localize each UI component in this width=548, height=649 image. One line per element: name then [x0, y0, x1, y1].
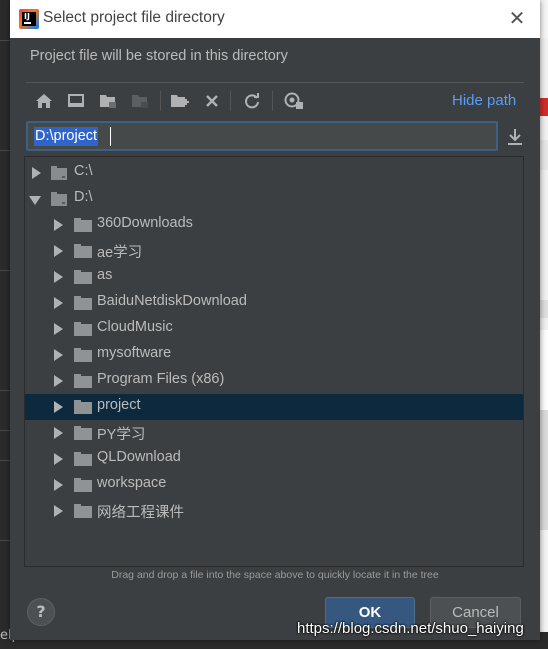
expand-arrow-icon[interactable]	[54, 453, 63, 465]
hide-path-link[interactable]: Hide path	[452, 92, 516, 109]
refresh-icon[interactable]	[240, 88, 264, 114]
directory-tree[interactable]: C:\ D:\ 360Downloads ae学习 as BaiduNetdis…	[24, 156, 524, 567]
tree-row-folder[interactable]: mysoftware	[25, 342, 523, 368]
expand-arrow-icon[interactable]	[54, 271, 63, 283]
tree-row-label: ae学习	[97, 245, 143, 261]
folder-icon	[74, 504, 92, 518]
tree-row-folder[interactable]: as	[25, 264, 523, 290]
tree-row-label: 网络工程课件	[97, 505, 184, 521]
home-icon[interactable]	[32, 88, 56, 114]
text-caret	[110, 127, 111, 146]
dialog-title: Select project file directory	[43, 9, 225, 26]
background-window-left	[0, 0, 10, 649]
expand-arrow-icon[interactable]	[54, 349, 63, 361]
expand-arrow-icon[interactable]	[32, 167, 41, 179]
dialog-description: Project file will be stored in this dire…	[30, 48, 288, 64]
show-hidden-icon[interactable]	[282, 88, 306, 114]
folder-icon	[74, 218, 92, 232]
tree-row-label: D:\	[74, 189, 93, 205]
expand-arrow-icon[interactable]	[54, 401, 63, 413]
divider	[26, 82, 524, 83]
folder-icon	[74, 400, 92, 414]
folder-icon	[74, 452, 92, 466]
expand-arrow-icon[interactable]	[54, 505, 63, 517]
tree-row-label: CloudMusic	[97, 319, 173, 335]
module-folder-icon[interactable]	[128, 88, 152, 114]
background-window-right	[540, 0, 548, 649]
project-folder-icon[interactable]	[96, 88, 120, 114]
help-button[interactable]: ?	[27, 598, 55, 626]
tree-row-drive-d[interactable]: D:\	[25, 186, 523, 212]
tree-row-label: workspace	[97, 475, 167, 491]
tree-row-folder-selected[interactable]: project	[25, 394, 523, 420]
expand-arrow-icon[interactable]	[54, 427, 63, 439]
tree-row-folder[interactable]: Program Files (x86)	[25, 368, 523, 394]
folder-icon	[74, 348, 92, 362]
tree-row-folder[interactable]: 360Downloads	[25, 212, 523, 238]
expand-arrow-icon[interactable]	[54, 297, 63, 309]
expand-arrow-icon[interactable]	[54, 323, 63, 335]
tree-row-folder[interactable]: QLDownload	[25, 446, 523, 472]
tree-row-drive-c[interactable]: C:\	[25, 160, 523, 186]
folder-icon	[74, 244, 92, 258]
collapse-arrow-icon[interactable]	[29, 196, 41, 205]
path-input[interactable]: D:\project	[26, 121, 498, 151]
tree-row-label: C:\	[74, 163, 93, 179]
title-bar[interactable]: IJ Select project file directory ✕	[10, 0, 540, 38]
select-directory-dialog: IJ Select project file directory ✕ Proje…	[10, 0, 540, 640]
folder-icon	[74, 270, 92, 284]
tree-row-folder[interactable]: workspace	[25, 472, 523, 498]
expand-arrow-icon[interactable]	[54, 245, 63, 257]
drag-drop-hint: Drag and drop a file into the space abov…	[111, 569, 439, 581]
desktop-icon[interactable]	[64, 88, 88, 114]
close-icon[interactable]: ✕	[506, 7, 528, 29]
expand-arrow-icon[interactable]	[54, 219, 63, 231]
tree-row-folder[interactable]: 网络工程课件	[25, 498, 523, 524]
tree-row-folder[interactable]: BaiduNetdiskDownload	[25, 290, 523, 316]
tree-row-label: project	[97, 397, 141, 413]
folder-icon	[74, 374, 92, 388]
tree-row-folder[interactable]: CloudMusic	[25, 316, 523, 342]
folder-icon	[74, 426, 92, 440]
path-input-value: D:\project	[34, 127, 99, 146]
folder-icon	[74, 478, 92, 492]
drive-icon	[51, 192, 67, 206]
tree-row-label: QLDownload	[97, 449, 181, 465]
folder-icon	[74, 296, 92, 310]
tree-row-label: mysoftware	[97, 345, 172, 361]
drive-icon	[51, 166, 67, 180]
delete-icon[interactable]	[200, 88, 224, 114]
tree-row-label: BaiduNetdiskDownload	[97, 293, 247, 309]
folder-icon	[74, 322, 92, 336]
tree-row-label: as	[97, 267, 113, 283]
new-folder-icon[interactable]	[168, 88, 192, 114]
expand-arrow-icon[interactable]	[54, 375, 63, 387]
tree-row-label: PY学习	[97, 427, 146, 443]
tree-row-folder[interactable]: PY学习	[25, 420, 523, 446]
tree-row-label: Program Files (x86)	[97, 371, 225, 387]
tree-row-folder[interactable]: ae学习	[25, 238, 523, 264]
intellij-app-icon: IJ	[19, 9, 39, 29]
tree-row-label: 360Downloads	[97, 215, 193, 231]
watermark: https://blog.csdn.net/shuo_haiying	[297, 620, 524, 637]
download-icon[interactable]	[504, 126, 526, 148]
expand-arrow-icon[interactable]	[54, 479, 63, 491]
